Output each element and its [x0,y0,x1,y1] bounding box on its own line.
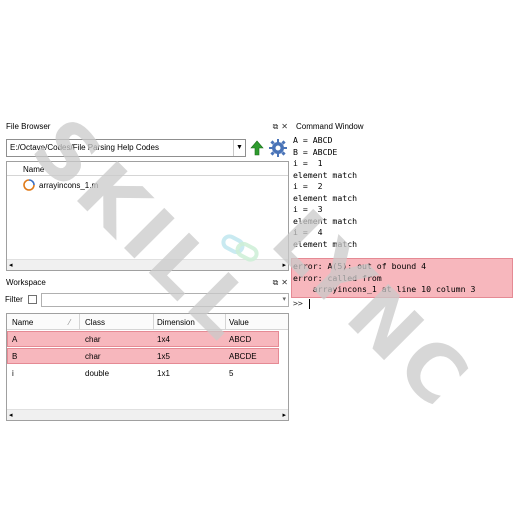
undock-icon[interactable]: ⧉ [273,277,279,289]
output-line: i = 3 [293,204,323,214]
parent-folder-button[interactable] [250,140,264,156]
output-line: element match [293,169,358,180]
cell-name: B [12,352,18,361]
cell-dimension: 1x1 [157,369,170,378]
browser-settings-button[interactable] [268,138,288,158]
table-row[interactable]: B char 1x5 ABCDE [7,348,279,364]
cell-class: char [85,335,101,344]
workspace-panel: Workspace ⧉ ✕ Filter ▾ Name ⁄ Class Dimen… [4,277,289,422]
green-up-arrow-icon [250,140,264,156]
error-line: error: called from [293,272,382,283]
cell-value: 5 [229,369,234,378]
file-name: arrayincons_1.m [39,181,99,190]
output-line: B = ABCDE [293,146,338,157]
command-window-output[interactable]: A = ABCD B = ABCDE i = 1 element match i… [291,133,514,421]
close-icon[interactable]: ✕ [281,277,288,289]
table-row[interactable]: i double 1x1 5 [7,366,279,382]
column-divider[interactable] [153,314,154,330]
workspace-title-buttons: ⧉ ✕ [270,277,288,289]
workspace-table-header: Name ⁄ Class Dimension Value [7,314,288,330]
close-icon[interactable]: ✕ [281,121,288,133]
command-prompt[interactable]: >> [293,298,308,309]
scroll-right-icon[interactable]: ▸ [282,261,286,269]
output-line: i = 4 [293,227,323,237]
column-header-name[interactable]: Name [12,318,33,327]
filter-input[interactable]: ▾ [41,293,289,307]
horizontal-scrollbar[interactable]: ◂ ▸ [7,409,288,420]
column-divider[interactable] [79,314,80,330]
cell-class: double [85,369,110,378]
chevron-down-icon[interactable]: ▼ [233,140,245,156]
error-line: arrayincons_1 at line 10 column 3 [293,284,476,294]
workspace-title: Workspace [6,278,46,287]
output-line: i = 2 [293,181,323,191]
column-header-class[interactable]: Class [85,318,105,327]
workspace-table[interactable]: Name ⁄ Class Dimension Value A char 1x4 … [6,313,289,421]
table-row[interactable]: A char 1x4 ABCD [7,331,279,347]
file-browser-panel: File Browser ⧉ ✕ E:/Octave/Codes/File Par… [4,121,289,272]
sort-indicator-icon: ⁄ [69,318,71,327]
path-text: E:/Octave/Codes/File Parsing Help Codes [10,143,159,152]
output-line: A = ABCD [293,135,333,145]
cell-value: ABCD [229,335,252,344]
horizontal-scrollbar[interactable]: ◂ ▸ [7,259,288,270]
output-line: element match [293,192,358,203]
scroll-right-icon[interactable]: ▸ [282,411,286,419]
cell-value: ABCDE [229,352,257,361]
cell-dimension: 1x5 [157,352,170,361]
undock-icon[interactable]: ⧉ [273,121,279,133]
cell-class: char [85,352,101,361]
filter-label: Filter [5,295,23,304]
scroll-left-icon[interactable]: ◂ [9,411,13,419]
command-window-panel: Command Window A = ABCD B = ABCDE i = 1 … [291,121,514,421]
column-header-name[interactable]: Name [23,165,44,174]
output-line: element match [293,215,358,226]
file-browser-title-buttons: ⧉ ✕ [270,121,288,133]
filter-checkbox[interactable] [28,295,37,304]
output-line: element match [293,238,358,249]
error-line: error: A(5): out of bound 4 [293,261,427,271]
cell-name: i [12,369,14,378]
file-list[interactable]: Name arrayincons_1.m ◂ ▸ [6,161,289,271]
file-browser-title: File Browser [6,122,51,131]
chevron-down-icon[interactable]: ▾ [282,295,286,303]
file-list-header: Name [7,162,288,176]
column-divider[interactable] [225,314,226,330]
command-window-title: Command Window [296,122,364,131]
text-cursor [309,299,310,309]
column-header-value[interactable]: Value [229,318,249,327]
output-line: i = 1 [293,158,323,168]
octave-script-icon [23,179,35,191]
path-combobox[interactable]: E:/Octave/Codes/File Parsing Help Codes … [6,139,246,157]
scroll-left-icon[interactable]: ◂ [9,261,13,269]
gear-icon [269,139,287,157]
cell-dimension: 1x4 [157,335,170,344]
cell-name: A [12,335,18,344]
column-header-dimension[interactable]: Dimension [157,318,195,327]
